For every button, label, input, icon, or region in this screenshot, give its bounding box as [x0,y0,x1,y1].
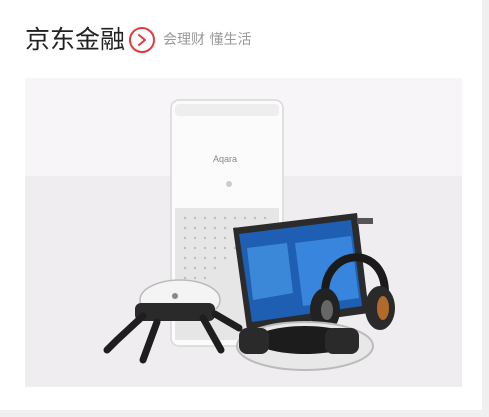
right-edge-gutter [482,0,489,417]
tablet-icon [233,213,373,330]
section-header: 京东金融 会理财 懂生活 [25,24,251,56]
product-brand-label: Aqara [213,154,237,164]
section-title[interactable]: 京东金融 [25,24,125,56]
section-subtitle: 会理财 懂生活 [163,32,252,48]
jd-finance-card: 京东金融 会理财 懂生活 Aqara [0,0,482,410]
vr-headset-icon [236,321,374,371]
banner-illustration: Aqara [103,99,395,371]
promo-banner[interactable]: Aqara [25,78,462,387]
chevron-right-circle-icon[interactable] [129,27,156,53]
